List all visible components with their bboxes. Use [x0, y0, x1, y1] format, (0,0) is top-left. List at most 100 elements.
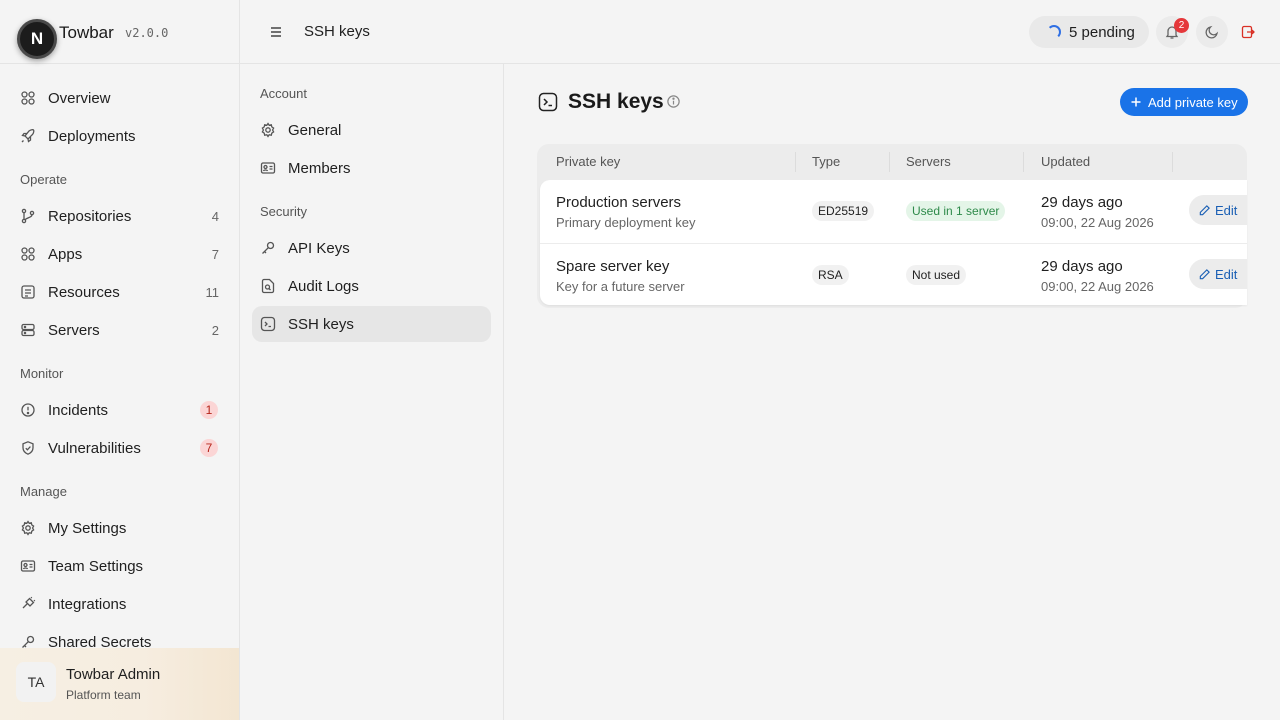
subnav-item-audit-logs[interactable]: Audit Logs [252, 268, 491, 304]
grid-icon [20, 90, 36, 106]
sidebar-item-label: Overview [48, 89, 111, 107]
column-divider [1023, 152, 1024, 172]
key-type-pill: ED25519 [812, 201, 875, 221]
brand-version: v2.0.0 [125, 26, 169, 40]
column-divider [1172, 152, 1173, 172]
sidebar-section-manage: Manage [20, 484, 67, 499]
sidebar-section-monitor: Monitor [20, 366, 64, 381]
page-title: SSH keys [568, 90, 664, 113]
column-header: Private key [556, 154, 621, 169]
logout-icon[interactable] [1240, 24, 1256, 40]
key-description: Key for a future server [556, 279, 685, 294]
sidebar-item-label: Resources [48, 283, 120, 301]
edit-button[interactable]: Edit [1189, 259, 1247, 289]
sidebar-item-repositories[interactable]: Repositories 4 [12, 199, 228, 233]
sidebar-item-incidents[interactable]: Incidents 1 [12, 393, 228, 427]
sidebar-item-label: My Settings [48, 519, 127, 537]
notifications-button[interactable]: 2 [1156, 16, 1189, 48]
sidebar-item-label: Integrations [48, 595, 127, 613]
subnav-item-general[interactable]: General [252, 112, 491, 148]
edit-button[interactable]: Edit [1189, 195, 1247, 225]
updated-relative: 29 days ago [1041, 258, 1123, 275]
pencil-icon [1198, 204, 1211, 217]
sidebar-item-integrations[interactable]: Integrations [12, 587, 228, 621]
notification-count-badge: 2 [1174, 18, 1189, 33]
avatar: TA [16, 662, 56, 702]
sidebar-item-label: Vulnerabilities [48, 439, 141, 457]
brand-header: N Towbar v2.0.0 [0, 0, 239, 64]
spinner-icon [1047, 25, 1061, 39]
gear-icon [260, 122, 276, 138]
table-row[interactable]: Production servers Primary deployment ke… [540, 180, 1247, 242]
sidebar-item-vulnerabilities[interactable]: Vulnerabilities 7 [12, 431, 228, 465]
pending-tasks-button[interactable]: 5 pending [1029, 16, 1149, 48]
subnav-item-members[interactable]: Members [252, 150, 491, 186]
subnav-item-label: General [288, 121, 342, 139]
sidebar-item-deployments[interactable]: Deployments [12, 119, 228, 153]
table-row[interactable]: Spare server key Key for a future server… [540, 243, 1247, 305]
column-header: Type [812, 154, 841, 169]
subnav-item-label: API Keys [288, 239, 350, 257]
subnav-item-ssh-keys[interactable]: SSH keys [252, 306, 491, 342]
main-sidebar: N Towbar v2.0.0 Overview Deployments Ope… [0, 0, 240, 720]
subnav-item-label: SSH keys [288, 315, 354, 333]
add-button-label: Add private key [1148, 94, 1238, 110]
vulnerability-badge: 7 [200, 439, 218, 457]
sidebar-item-label: Servers [48, 321, 100, 339]
database-icon [20, 284, 36, 300]
subnav-item-label: Audit Logs [288, 277, 359, 295]
item-count: 7 [211, 246, 219, 262]
sidebar-item-apps[interactable]: Apps 7 [12, 237, 228, 271]
settings-subnav: Account General Members Security API Key… [240, 64, 504, 720]
column-header: Servers [906, 154, 951, 169]
pencil-icon [1198, 268, 1211, 281]
key-icon [260, 240, 276, 256]
terminal-icon [538, 92, 558, 112]
apps-grid-icon [20, 246, 36, 262]
sidebar-item-resources[interactable]: Resources 11 [12, 275, 228, 309]
subnav-item-api-keys[interactable]: API Keys [252, 230, 491, 266]
id-card-icon [20, 558, 36, 574]
moon-icon [1204, 24, 1220, 40]
theme-toggle-button[interactable] [1196, 16, 1228, 48]
info-icon[interactable] [666, 94, 681, 109]
key-name: Production servers [556, 194, 682, 211]
ssh-keys-table: Private key Type Servers Updated Product… [537, 144, 1247, 308]
gear-icon [20, 520, 36, 536]
updated-relative: 29 days ago [1041, 194, 1123, 211]
id-card-icon [260, 160, 276, 176]
table-body: Production servers Primary deployment ke… [540, 180, 1247, 305]
servers-status-pill: Not used [906, 265, 967, 285]
user-name: Towbar Admin [66, 666, 161, 683]
sidebar-section-operate: Operate [20, 172, 67, 187]
add-private-key-button[interactable]: Add private key [1120, 88, 1248, 116]
brand-name: Towbar [59, 23, 114, 42]
file-search-icon [260, 278, 276, 294]
sidebar-item-my-settings[interactable]: My Settings [12, 511, 228, 545]
sidebar-item-label: Incidents [48, 401, 109, 419]
subnav-section-security: Security [260, 204, 307, 219]
git-branch-icon [20, 208, 36, 224]
menu-icon[interactable] [268, 24, 284, 40]
sidebar-item-servers[interactable]: Servers 2 [12, 313, 228, 347]
top-bar: SSH keys 5 pending 2 [240, 0, 1280, 64]
edit-label: Edit [1215, 266, 1238, 282]
user-profile-card[interactable]: TA Towbar Admin Platform team [0, 648, 239, 720]
servers-status-pill: Used in 1 server [906, 201, 1006, 221]
sidebar-item-label: Repositories [48, 207, 132, 225]
updated-date: 09:00, 22 Aug 2026 [1041, 279, 1154, 294]
plus-icon [1130, 96, 1142, 108]
subnav-item-label: Members [288, 159, 351, 177]
sidebar-item-label: Deployments [48, 127, 136, 145]
sidebar-item-label: Apps [48, 245, 83, 263]
sidebar-item-team-settings[interactable]: Team Settings [12, 549, 228, 583]
sidebar-item-overview[interactable]: Overview [12, 81, 228, 115]
main-content: SSH keys Add private key Private key Typ… [504, 64, 1280, 720]
key-type-pill: RSA [812, 265, 849, 285]
key-description: Primary deployment key [556, 215, 696, 230]
brand-logo[interactable]: N [17, 19, 57, 59]
column-divider [889, 152, 890, 172]
rocket-icon [20, 128, 36, 144]
alert-circle-icon [20, 402, 36, 418]
column-divider [795, 152, 796, 172]
